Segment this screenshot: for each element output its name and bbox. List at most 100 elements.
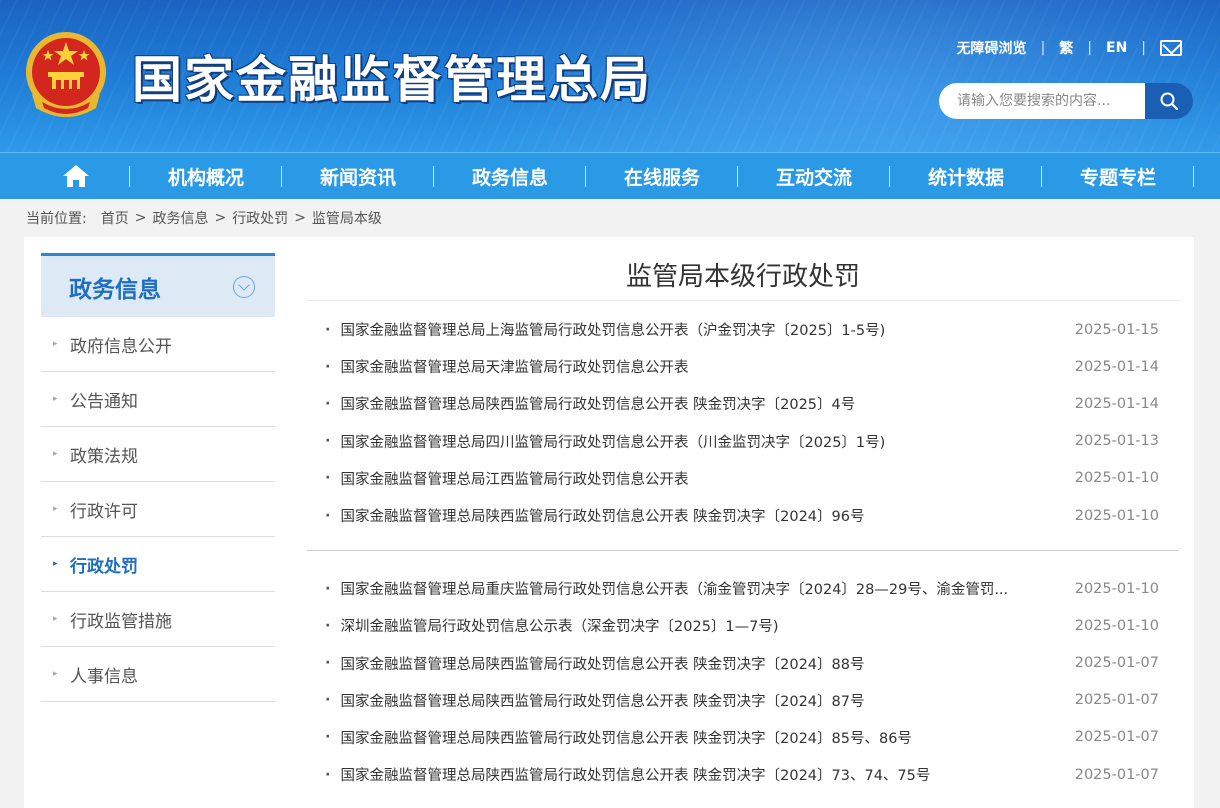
breadcrumb-separator: > — [214, 210, 227, 226]
mail-icon[interactable] — [1160, 40, 1182, 56]
item-title[interactable]: 国家金融监督管理总局陕西监管局行政处罚信息公开表 陕金罚决字〔2024〕88号 — [341, 653, 865, 674]
nav-item-special-topics[interactable]: 专题专栏 — [1042, 153, 1194, 200]
nav-item-about[interactable]: 机构概况 — [130, 153, 282, 200]
sidebar-item-public-info[interactable]: ▸ 政府信息公开 — [41, 317, 275, 372]
item-date: 2025-01-07 — [1074, 766, 1159, 783]
bullet: · — [325, 321, 331, 338]
sidebar-header[interactable]: 政务信息 — [41, 253, 275, 317]
group-divider — [307, 550, 1179, 552]
list-item[interactable]: · 国家金融监督管理总局江西监管局行政处罚信息公开表 2025-01-10 — [307, 460, 1179, 497]
nav-item-news[interactable]: 新闻资讯 — [282, 153, 434, 200]
sidebar-item-label: 行政许可 — [70, 501, 138, 522]
sidebar: 政务信息 ▸ 政府信息公开 ▸ 公告通知 ▸ 政策法规 ▸ 行政许可 ▸ 行政处… — [41, 253, 275, 702]
arrow-right-icon: ▸ — [53, 669, 58, 679]
arrow-right-icon: ▸ — [53, 559, 58, 569]
item-date: 2025-01-14 — [1074, 395, 1159, 412]
bullet: · — [325, 580, 331, 597]
nav-item-government-info[interactable]: 政务信息 — [434, 153, 586, 200]
arrow-right-icon: ▸ — [53, 394, 58, 404]
list-item[interactable]: · 国家金融监督管理总局陕西监管局行政处罚信息公开表 陕金罚决字〔2024〕73、… — [307, 756, 1179, 793]
list-item[interactable]: · 国家金融监督管理总局陕西监管局行政处罚信息公开表 陕金罚决字〔2025〕4号 … — [307, 385, 1179, 422]
item-title[interactable]: 国家金融监督管理总局重庆监管局行政处罚信息公开表（渝金管罚决字〔2024〕28—… — [341, 578, 1009, 599]
item-title[interactable]: 国家金融监督管理总局陕西监管局行政处罚信息公开表 陕金罚决字〔2024〕73、7… — [341, 764, 931, 785]
search-button[interactable] — [1145, 83, 1193, 119]
item-date: 2025-01-13 — [1074, 433, 1159, 450]
breadcrumb-home[interactable]: 首页 — [101, 208, 129, 228]
bullet: · — [325, 766, 331, 783]
top-links: 无障碍浏览 | 繁 | EN | — [957, 38, 1182, 58]
english-link[interactable]: EN — [1106, 40, 1127, 56]
bullet: · — [325, 470, 331, 487]
list-item[interactable]: · 国家金融监督管理总局重庆监管局行政处罚信息公开表（渝金管罚决字〔2024〕28… — [307, 570, 1179, 607]
sidebar-item-label: 人事信息 — [70, 666, 138, 687]
main-panel: 政务信息 ▸ 政府信息公开 ▸ 公告通知 ▸ 政策法规 ▸ 行政许可 ▸ 行政处… — [24, 237, 1194, 808]
sidebar-item-supervisory-measures[interactable]: ▸ 行政监管措施 — [41, 592, 275, 647]
arrow-right-icon: ▸ — [53, 614, 58, 624]
accessibility-link[interactable]: 无障碍浏览 — [957, 38, 1027, 58]
sidebar-title: 政务信息 — [69, 276, 161, 303]
nav-item-statistics[interactable]: 统计数据 — [890, 153, 1042, 200]
bullet: · — [325, 729, 331, 746]
list-item[interactable]: · 深圳金融监管局行政处罚信息公示表（深金罚决字〔2025〕1—7号) 2025-… — [307, 607, 1179, 644]
sidebar-item-label: 行政处罚 — [70, 556, 138, 577]
sidebar-item-label: 政府信息公开 — [70, 336, 172, 357]
nav-item-interaction[interactable]: 互动交流 — [738, 153, 890, 200]
traditional-chinese-link[interactable]: 繁 — [1059, 38, 1073, 58]
item-title[interactable]: 国家金融监督管理总局四川监管局行政处罚信息公开表（川金监罚决字〔2025〕1号) — [341, 431, 886, 452]
breadcrumb-penalties[interactable]: 行政处罚 — [232, 208, 288, 228]
page-title: 监管局本级行政处罚 — [307, 253, 1179, 301]
sidebar-item-label: 行政监管措施 — [70, 611, 172, 632]
site-header: 国家金融监督管理总局 无障碍浏览 | 繁 | EN | — [0, 0, 1220, 152]
list-item[interactable]: · 国家金融监督管理总局陕西监管局行政处罚信息公开表 陕金罚决字〔2024〕85号… — [307, 719, 1179, 756]
home-icon — [63, 165, 89, 187]
item-date: 2025-01-07 — [1074, 729, 1159, 746]
item-date: 2025-01-14 — [1074, 358, 1159, 375]
item-title[interactable]: 国家金融监督管理总局上海监管局行政处罚信息公开表（沪金罚决字〔2025〕1-5号… — [341, 319, 886, 340]
sidebar-item-personnel[interactable]: ▸ 人事信息 — [41, 647, 275, 702]
list-item[interactable]: · 国家金融监督管理总局上海监管局行政处罚信息公开表（沪金罚决字〔2025〕1-5… — [307, 311, 1179, 348]
search-icon — [1160, 92, 1179, 111]
national-emblem-icon[interactable] — [22, 28, 110, 120]
divider: | — [1087, 40, 1092, 56]
item-title[interactable]: 国家金融监督管理总局陕西监管局行政处罚信息公开表 陕金罚决字〔2024〕96号 — [341, 505, 865, 526]
item-date: 2025-01-07 — [1074, 692, 1159, 709]
item-title[interactable]: 国家金融监督管理总局江西监管局行政处罚信息公开表 — [341, 468, 689, 489]
breadcrumb-separator: > — [294, 210, 306, 226]
nav-home[interactable] — [22, 153, 130, 200]
list-item[interactable]: · 国家金融监督管理总局四川监管局行政处罚信息公开表（川金监罚决字〔2025〕1号… — [307, 423, 1179, 460]
sidebar-item-regulations[interactable]: ▸ 政策法规 — [41, 427, 275, 482]
item-title[interactable]: 国家金融监督管理总局天津监管局行政处罚信息公开表 — [341, 356, 689, 377]
item-date: 2025-01-15 — [1074, 321, 1159, 338]
bullet: · — [325, 507, 331, 524]
breadcrumb-government-info[interactable]: 政务信息 — [152, 208, 208, 228]
list-item[interactable]: · 国家金融监督管理总局天津监管局行政处罚信息公开表 2025-01-14 — [307, 348, 1179, 385]
sidebar-item-penalties[interactable]: ▸ 行政处罚 — [41, 537, 275, 592]
list-item[interactable]: · 国家金融监督管理总局陕西监管局行政处罚信息公开表 陕金罚决字〔2024〕88号… — [307, 645, 1179, 682]
sidebar-item-licensing[interactable]: ▸ 行政许可 — [41, 482, 275, 537]
main-nav: 机构概况 新闻资讯 政务信息 在线服务 互动交流 统计数据 专题专栏 — [0, 152, 1220, 199]
item-date: 2025-01-10 — [1074, 617, 1159, 634]
item-date: 2025-01-07 — [1074, 655, 1159, 672]
breadcrumb-current[interactable]: 监管局本级 — [312, 208, 382, 228]
item-title[interactable]: 深圳金融监管局行政处罚信息公示表（深金罚决字〔2025〕1—7号) — [341, 615, 779, 636]
divider: | — [1040, 40, 1046, 56]
content-area: 监管局本级行政处罚 · 国家金融监督管理总局上海监管局行政处罚信息公开表（沪金罚决… — [307, 253, 1179, 793]
site-title[interactable]: 国家金融监督管理总局 — [132, 40, 652, 112]
chevron-down-icon[interactable] — [233, 275, 255, 298]
nav-item-online-services[interactable]: 在线服务 — [586, 153, 738, 200]
search-input[interactable] — [939, 83, 1145, 119]
breadcrumb: 当前位置: 首页 > 政务信息 > 行政处罚 > 监管局本级 — [26, 208, 382, 228]
sidebar-item-announcements[interactable]: ▸ 公告通知 — [41, 372, 275, 427]
bullet: · — [325, 395, 331, 412]
item-title[interactable]: 国家金融监督管理总局陕西监管局行政处罚信息公开表 陕金罚决字〔2024〕87号 — [341, 690, 865, 711]
bullet: · — [325, 433, 331, 450]
arrow-right-icon: ▸ — [53, 449, 58, 459]
item-date: 2025-01-10 — [1074, 580, 1159, 597]
bullet: · — [325, 617, 331, 634]
search-box — [939, 83, 1193, 119]
breadcrumb-separator: > — [134, 210, 147, 226]
item-title[interactable]: 国家金融监督管理总局陕西监管局行政处罚信息公开表 陕金罚决字〔2024〕85号、… — [341, 727, 912, 748]
item-title[interactable]: 国家金融监督管理总局陕西监管局行政处罚信息公开表 陕金罚决字〔2025〕4号 — [341, 393, 856, 414]
list-item[interactable]: · 国家金融监督管理总局陕西监管局行政处罚信息公开表 陕金罚决字〔2024〕96号… — [307, 497, 1179, 534]
list-item[interactable]: · 国家金融监督管理总局陕西监管局行政处罚信息公开表 陕金罚决字〔2024〕87号… — [307, 682, 1179, 719]
